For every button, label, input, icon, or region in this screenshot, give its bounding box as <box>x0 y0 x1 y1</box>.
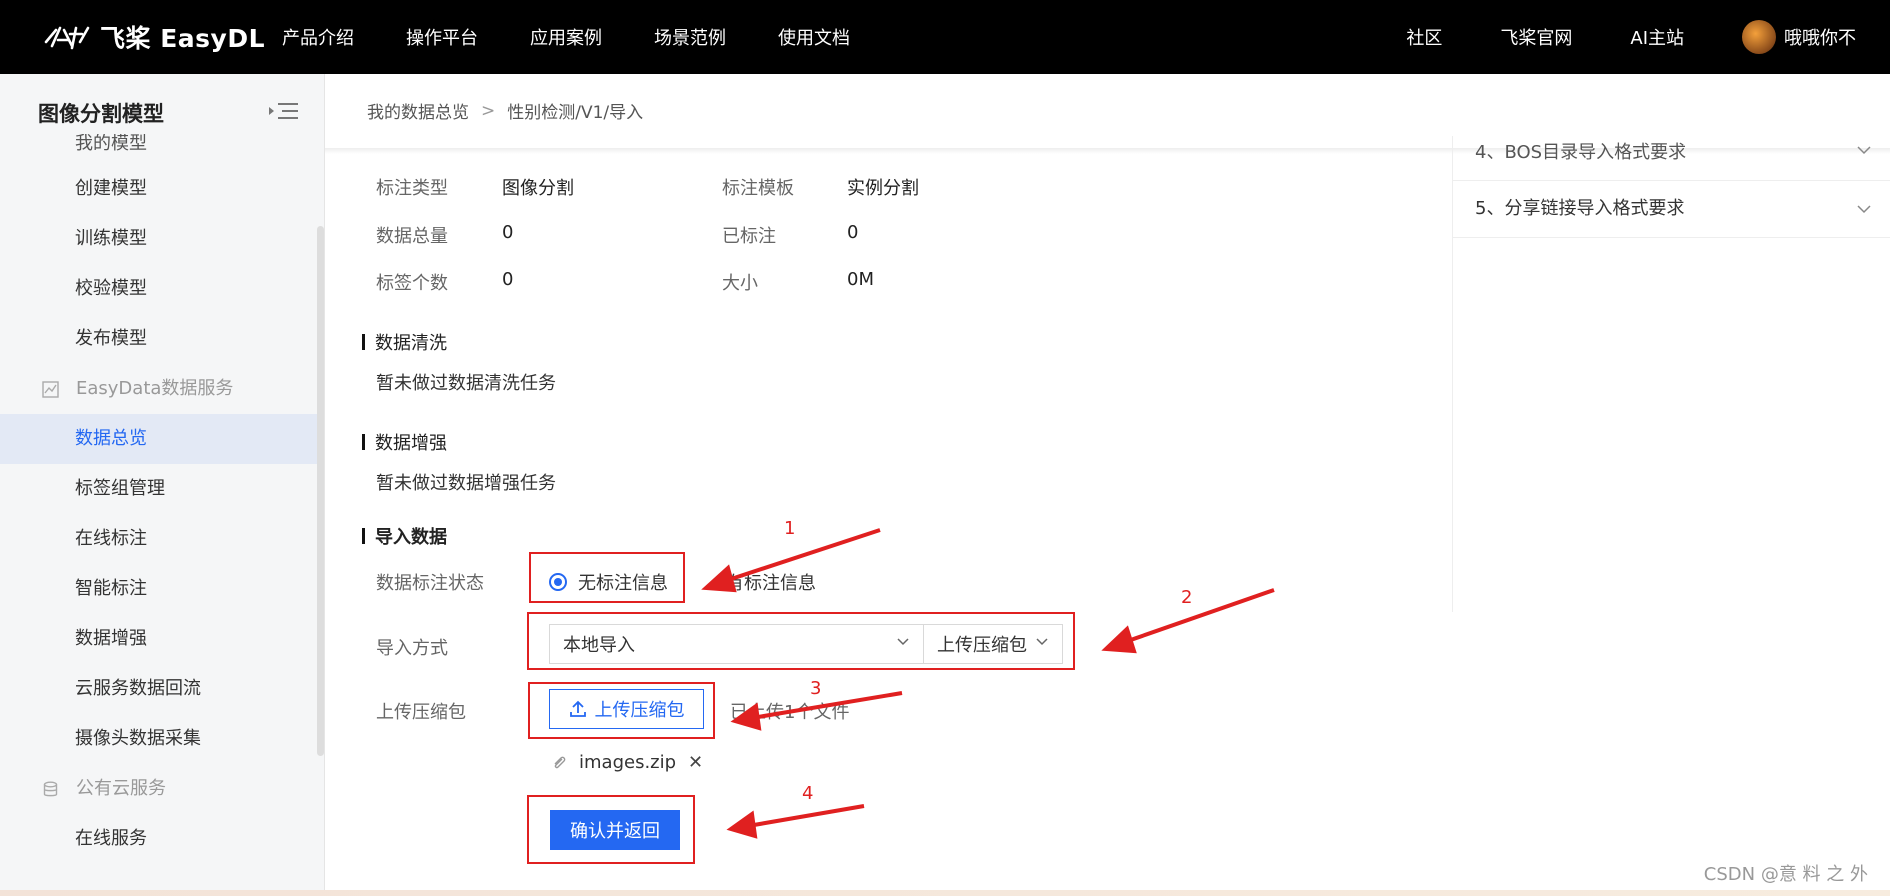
info-row: 数据总量 0 已标注 0 <box>376 222 858 248</box>
breadcrumb: 我的数据总览 > 性别检测/V1/导入 <box>367 98 644 124</box>
sidebar-list: 我的模型 创建模型 训练模型 校验模型 发布模型 EasyData数据服务 数据… <box>0 134 318 864</box>
info-value: 0 <box>502 269 514 290</box>
sidebar-group-label: EasyData数据服务 <box>76 378 234 399</box>
section-bar <box>362 334 365 350</box>
sidebar-scrollbar[interactable] <box>317 226 324 756</box>
sidebar-title: 图像分割模型 <box>38 102 164 126</box>
breadcrumb-current: 性别检测/V1/导入 <box>507 103 644 123</box>
nav-scenarios[interactable]: 场景范例 <box>654 24 726 50</box>
nav-platform[interactable]: 操作平台 <box>406 24 478 50</box>
logo-text: 飞桨 EasyDL <box>100 24 266 53</box>
info-label: 标注类型 <box>376 178 448 199</box>
info-label: 大小 <box>722 273 758 294</box>
annotation-number-4: 4 <box>802 783 814 804</box>
info-value: 图像分割 <box>502 178 574 199</box>
sidebar-group-label: 公有云服务 <box>76 778 166 799</box>
info-label: 已标注 <box>722 226 776 247</box>
annotation-number-3: 3 <box>810 678 822 699</box>
status-label: 数据标注状态 <box>376 573 484 594</box>
accordion-label: 4、BOS目录导入格式要求 <box>1475 142 1687 163</box>
info-row: 标签个数 0 大小 0M <box>376 269 874 295</box>
accordion-bos-format[interactable]: 4、BOS目录导入格式要求 <box>1453 136 1890 181</box>
sidebar-item-data-augment[interactable]: 数据增强 <box>0 614 318 664</box>
nav-product-intro[interactable]: 产品介绍 <box>282 24 354 50</box>
format-requirements-panel: 4、BOS目录导入格式要求 5、分享链接导入格式要求 <box>1452 136 1890 612</box>
method-label: 导入方式 <box>376 638 448 659</box>
radio-has-annotation-label[interactable]: 有标注信息 <box>726 569 816 595</box>
sidebar-item-cloud-reflow[interactable]: 云服务数据回流 <box>0 664 318 714</box>
section-title-text: 数据清洗 <box>375 333 447 354</box>
sidebar-item-my-models[interactable]: 我的模型 <box>0 134 318 164</box>
paddle-logo-icon <box>44 26 90 50</box>
sidebar: 图像分割模型 我的模型 创建模型 训练模型 校验模型 发布模型 EasyData… <box>0 74 325 896</box>
annotation-number-1: 1 <box>784 518 796 539</box>
section-desc-clean: 暂未做过数据清洗任务 <box>376 373 556 394</box>
annotation-box-3 <box>528 682 715 739</box>
info-value: 0 <box>502 222 514 243</box>
main-nav: 产品介绍 操作平台 应用案例 场景范例 使用文档 <box>282 0 902 74</box>
sidebar-item-data-overview[interactable]: 数据总览 <box>0 414 318 464</box>
annotation-box-2 <box>527 612 1075 670</box>
info-value: 0M <box>847 269 874 290</box>
sidebar-item-publish-model[interactable]: 发布模型 <box>0 314 318 364</box>
user-menu[interactable]: 哦哦你不 <box>1742 20 1856 54</box>
database-icon <box>43 781 58 796</box>
file-name: images.zip <box>579 752 677 773</box>
nav-ai-site[interactable]: AI主站 <box>1630 24 1684 50</box>
avatar[interactable] <box>1742 20 1776 54</box>
info-label: 标签个数 <box>376 273 448 294</box>
uploaded-file: images.zip ✕ <box>551 752 703 773</box>
sidebar-item-create-model[interactable]: 创建模型 <box>0 164 318 214</box>
nav-cases[interactable]: 应用案例 <box>530 24 602 50</box>
easydl-logo[interactable]: 飞桨 EasyDL <box>42 18 265 56</box>
bottom-strip <box>0 890 1890 896</box>
info-row: 标注类型 图像分割 标注模板 实例分割 <box>376 174 919 200</box>
section-title-clean: 数据清洗 <box>362 329 447 355</box>
chevron-down-icon <box>1857 205 1871 214</box>
sidebar-group-easydata: EasyData数据服务 <box>0 364 318 414</box>
section-title-text: 导入数据 <box>375 527 447 548</box>
section-title-augment: 数据增强 <box>362 429 447 455</box>
breadcrumb-root[interactable]: 我的数据总览 <box>367 98 469 123</box>
nav-community[interactable]: 社区 <box>1406 24 1442 50</box>
sidebar-item-train-model[interactable]: 训练模型 <box>0 214 318 264</box>
upload-label: 上传压缩包 <box>376 702 466 723</box>
section-desc-augment: 暂未做过数据增强任务 <box>376 473 556 494</box>
section-bar <box>362 434 365 450</box>
chevron-down-icon <box>1857 146 1871 155</box>
sidebar-item-tag-groups[interactable]: 标签组管理 <box>0 464 318 514</box>
sidebar-item-validate-model[interactable]: 校验模型 <box>0 264 318 314</box>
accordion-share-link-format[interactable]: 5、分享链接导入格式要求 <box>1453 181 1890 238</box>
section-title-import: 导入数据 <box>362 523 447 549</box>
info-value: 实例分割 <box>847 178 919 199</box>
username: 哦哦你不 <box>1784 28 1856 49</box>
paperclip-icon <box>554 756 566 768</box>
right-nav: 社区 飞桨官网 AI主站 哦哦你不 <box>1406 0 1890 74</box>
section-bar <box>362 528 365 544</box>
watermark: CSDN @意 料 之 外 <box>1703 864 1868 885</box>
annotation-box-4 <box>527 795 695 864</box>
nav-paddle-site[interactable]: 飞桨官网 <box>1500 24 1572 50</box>
sidebar-group-cloud: 公有云服务 <box>0 764 318 814</box>
section-title-text: 数据增强 <box>375 433 447 454</box>
annotation-box-1 <box>529 552 685 603</box>
sidebar-item-online-annotation[interactable]: 在线标注 <box>0 514 318 564</box>
info-label: 标注模板 <box>722 178 794 199</box>
info-label: 数据总量 <box>376 226 448 247</box>
info-value: 0 <box>847 222 859 243</box>
accordion-label: 5、分享链接导入格式要求 <box>1475 198 1685 219</box>
nav-docs[interactable]: 使用文档 <box>778 24 850 50</box>
annotation-number-2: 2 <box>1181 587 1193 608</box>
sidebar-item-camera-collect[interactable]: 摄像头数据采集 <box>0 714 318 764</box>
chart-icon <box>42 380 59 398</box>
sidebar-item-smart-annotation[interactable]: 智能标注 <box>0 564 318 614</box>
upload-hint: 已上传1个文件 <box>730 702 850 723</box>
top-navigation-bar: 飞桨 EasyDL 产品介绍 操作平台 应用案例 场景范例 使用文档 社区 飞桨… <box>0 0 1890 74</box>
breadcrumb-separator: > <box>481 100 496 121</box>
sidebar-item-online-service[interactable]: 在线服务 <box>0 814 318 864</box>
remove-file-icon[interactable]: ✕ <box>688 752 703 773</box>
collapse-menu-icon[interactable] <box>268 100 300 122</box>
